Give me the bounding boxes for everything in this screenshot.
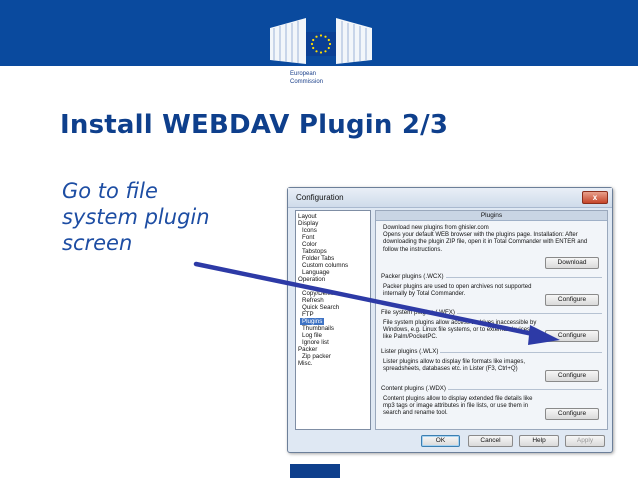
panel-header: Plugins [376, 211, 607, 221]
ok-button[interactable]: OK [421, 435, 460, 447]
download-line-3: downloading the plugin ZIP file, open it… [383, 239, 588, 246]
tree-item-ftp[interactable]: FTP [302, 311, 314, 318]
help-button[interactable]: Help [519, 435, 559, 447]
plugins-panel: Plugins Download new plugins from ghisle… [375, 210, 608, 430]
tree-item-thumbnails[interactable]: Thumbnails [302, 325, 334, 332]
tree-item-ignore-list[interactable]: Ignore list [302, 339, 329, 346]
tree-item-font[interactable]: Font [302, 234, 314, 241]
tree-item-display[interactable]: Display [298, 220, 318, 227]
bullet-line-3: screen [62, 231, 133, 255]
tree-item-refresh[interactable]: Refresh [302, 297, 324, 304]
logo-org-line2: Commission [290, 79, 324, 85]
download-button[interactable]: Download [545, 257, 599, 269]
tree-item-language[interactable]: Language [302, 269, 330, 276]
dialog-title: Configuration [296, 193, 344, 202]
ec-logo: European Commission [266, 14, 376, 90]
tree-item-quick-search[interactable]: Quick Search [302, 304, 339, 311]
lister-group: Lister plugins (.WLX) Lister plugins all… [381, 348, 602, 384]
tree-item-folder-tabs[interactable]: Folder Tabs [302, 255, 334, 262]
download-line-4: follow the instructions. [383, 246, 443, 253]
packer-configure-button[interactable]: Configure [545, 294, 599, 306]
download-line-2: Opens your default WEB browser with the … [383, 232, 578, 239]
tree-item-icons[interactable]: Icons [302, 227, 317, 234]
lister-line-1: Lister plugins allow to display file for… [383, 359, 526, 365]
close-button[interactable]: x [582, 191, 608, 204]
logo-org-line1: European [290, 71, 317, 77]
cancel-button[interactable]: Cancel [468, 435, 513, 447]
configuration-dialog: Configuration x Layout Display Icons Fon… [287, 187, 613, 453]
tree-item-color[interactable]: Color [302, 241, 317, 248]
download-line-1: Download new plugins from ghisler.com [383, 225, 489, 231]
tree-item-plugins[interactable]: Plugins [300, 318, 325, 325]
filesystem-title: File system plugins (.WFX) [381, 309, 457, 317]
packer-title: Packer plugins (.WCX) [381, 273, 446, 281]
content-group: Content plugins (.WDX) Content plugins a… [381, 385, 602, 425]
dialog-titlebar[interactable]: Configuration x [288, 188, 612, 208]
packer-line-1: Packer plugins are used to open archives… [383, 284, 532, 290]
footer-accent-bar [290, 464, 340, 478]
content-configure-button[interactable]: Configure [545, 408, 599, 420]
lister-configure-button[interactable]: Configure [545, 370, 599, 382]
tree-item-copy-delete[interactable]: Copy/Delete [302, 290, 336, 297]
tree-item-custom-columns[interactable]: Custom columns [302, 262, 348, 269]
packer-group: Packer plugins (.WCX) Packer plugins are… [381, 273, 602, 307]
slide-title: Install WEBDAV Plugin 2/3 [60, 110, 449, 140]
content-title: Content plugins (.WDX) [381, 385, 448, 393]
tree-item-zip-packer[interactable]: Zip packer [302, 353, 331, 360]
lister-title: Lister plugins (.WLX) [381, 348, 441, 356]
european-commission-logo-icon [270, 18, 372, 64]
apply-button[interactable]: Apply [565, 435, 605, 447]
tree-item-operation[interactable]: Operation [298, 276, 325, 283]
download-text: Download new plugins from ghisler.com Op… [383, 225, 595, 254]
bullet-line-1: Go to file [62, 179, 158, 203]
settings-tree[interactable]: Layout Display Icons Font Color Tabstops… [295, 210, 371, 430]
content-line-1: Content plugins allow to display extende… [383, 396, 533, 402]
close-icon: x [592, 193, 598, 202]
tree-item-layout[interactable]: Layout [298, 213, 317, 220]
logo-caption: European Commission [290, 70, 323, 86]
tree-item-tabstops[interactable]: Tabstops [302, 248, 327, 255]
tree-item-log-file[interactable]: Log file [302, 332, 322, 339]
filesystem-configure-button[interactable]: Configure [545, 330, 599, 342]
tree-item-packer[interactable]: Packer [298, 346, 317, 353]
filesystem-line-1: File system plugins allow access to driv… [383, 320, 537, 326]
bullet-text: Go to file system plugin screen [62, 178, 262, 256]
filesystem-group: File system plugins (.WFX) File system p… [381, 309, 602, 347]
bullet-line-2: system plugin [62, 205, 210, 229]
tree-item-misc[interactable]: Misc. [298, 360, 312, 367]
